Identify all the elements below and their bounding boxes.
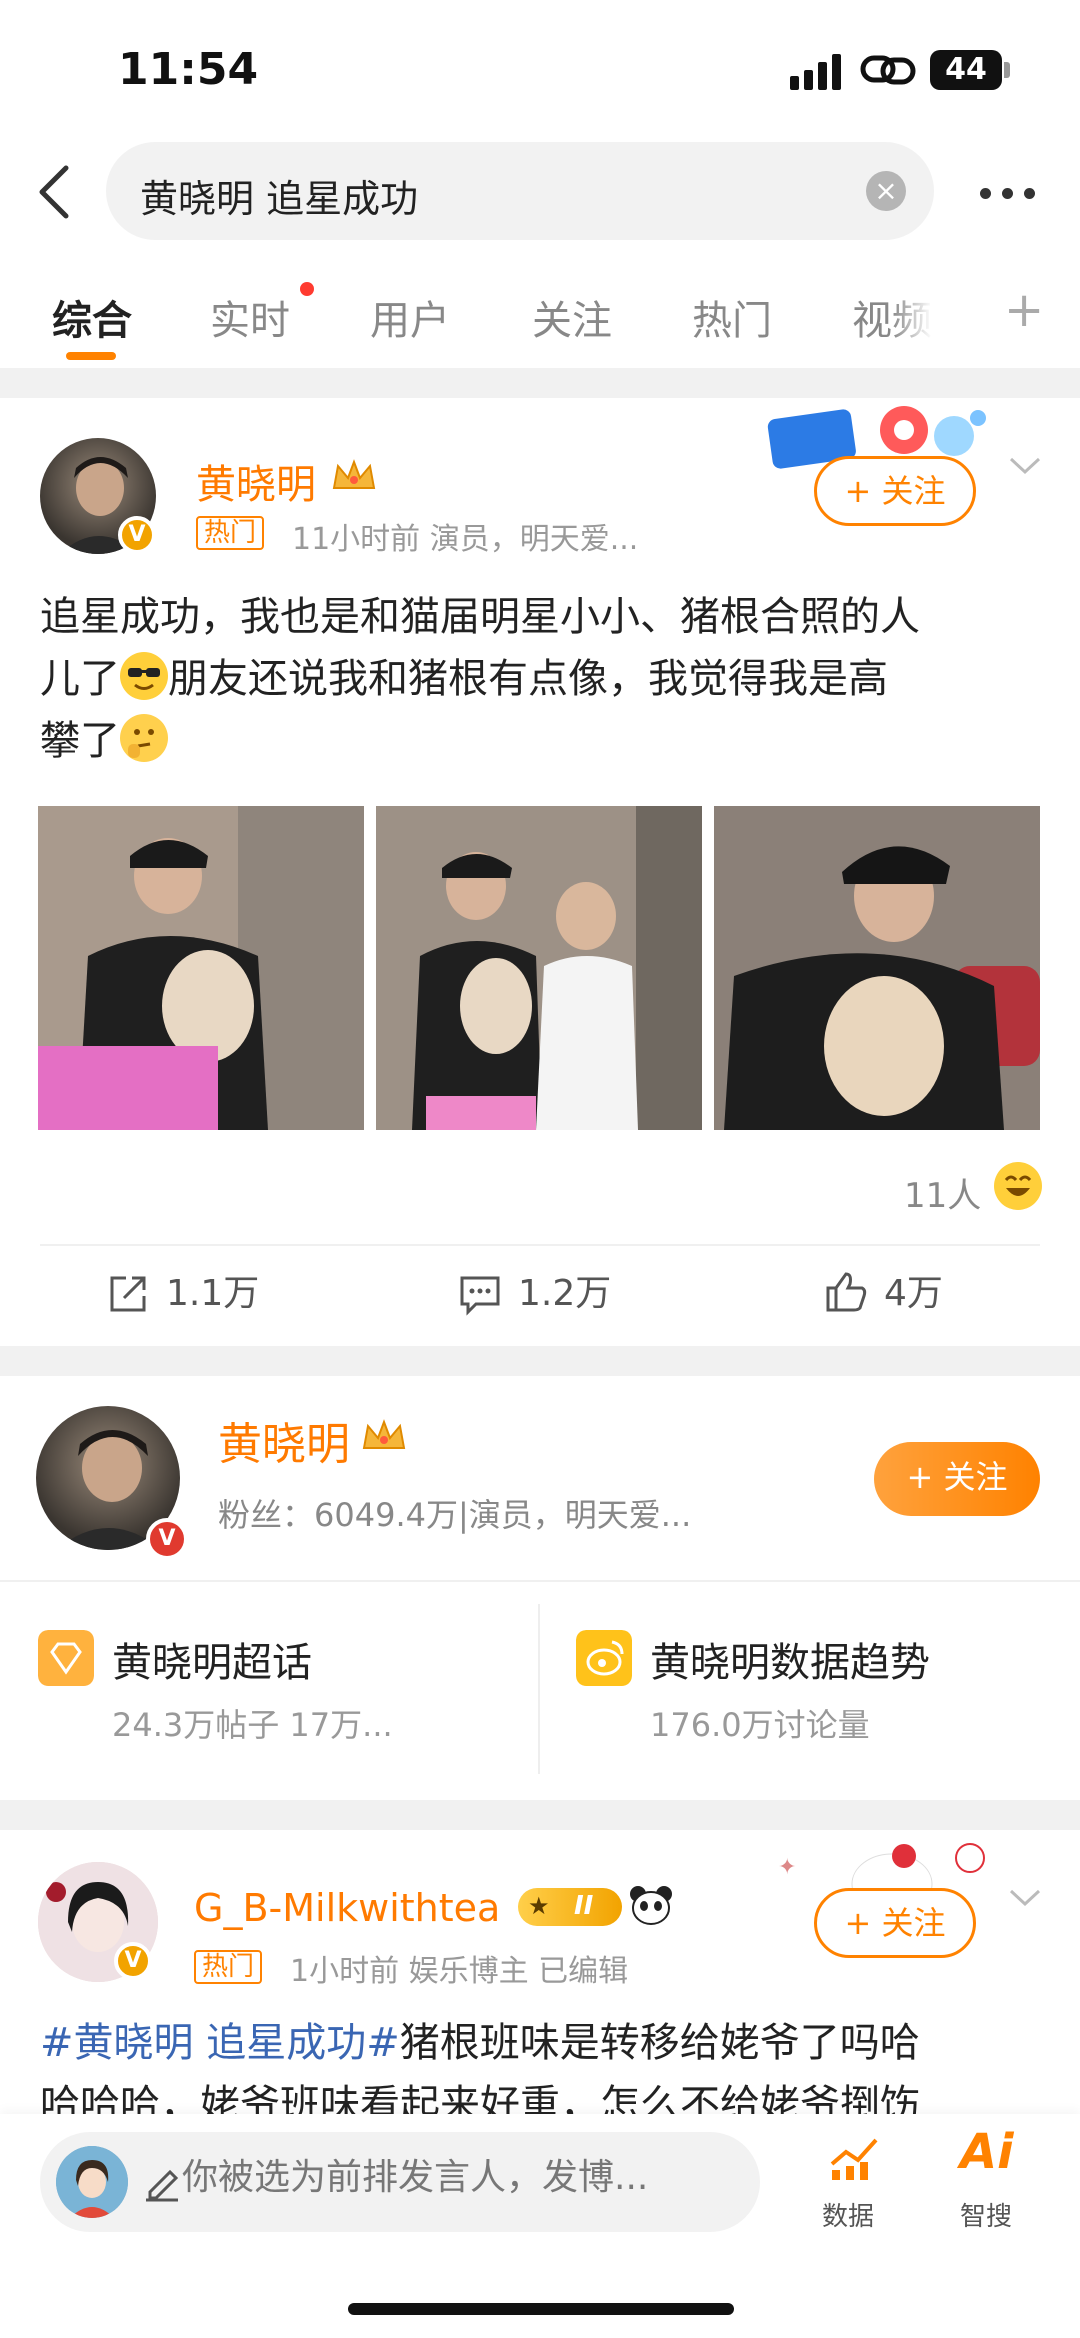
add-tab-icon[interactable]: + <box>1004 282 1044 338</box>
link-subtitle: 24.3万帖子 17万... <box>112 1706 393 1744</box>
tab-active-indicator <box>66 352 116 360</box>
link-subtitle: 176.0万讨论量 <box>650 1706 870 1744</box>
likers-count[interactable]: 11人 <box>904 1168 981 1217</box>
ai-search-label[interactable]: 智搜 <box>960 2196 1012 2233</box>
profile-name[interactable]: 黄晓明 <box>218 1408 350 1472</box>
thinking-emoji-icon <box>120 714 168 762</box>
chevron-down-icon[interactable] <box>1008 1888 1042 1908</box>
crown-icon <box>362 1419 406 1449</box>
section-divider <box>0 1800 1080 1830</box>
search-query: 黄晓明 追星成功 <box>140 177 419 221</box>
fans-count: 粉丝：6049.4万|演员，明天爱... <box>218 1496 692 1534</box>
link-icon <box>860 55 916 85</box>
level-badge: ★ II <box>518 1888 622 1926</box>
hot-tag: 热门 <box>196 516 265 550</box>
my-avatar-illustration <box>56 2146 128 2218</box>
post-text-part-c: 攀了 <box>40 718 120 764</box>
diamond-icon <box>38 1630 94 1686</box>
crown-icon <box>332 459 376 489</box>
star-icon: ★ <box>528 1892 550 1920</box>
search-row: 黄晓明 追星成功 × <box>0 140 1080 250</box>
section-divider <box>0 368 1080 398</box>
weibo-data-icon <box>576 1630 632 1686</box>
data-label[interactable]: 数据 <box>822 2196 874 2233</box>
verified-badge-icon: V <box>146 1518 188 1560</box>
hot-tag: 热门 <box>194 1950 263 1984</box>
chevron-down-icon[interactable] <box>1008 456 1042 476</box>
follow-button[interactable]: + 关注 <box>874 1442 1040 1516</box>
post-photo[interactable] <box>714 806 1040 1130</box>
divider <box>538 1604 540 1774</box>
chart-icon[interactable] <box>828 2134 880 2180</box>
tab-realtime[interactable]: 实时 <box>210 288 290 346</box>
verified-badge-icon: V <box>114 1942 152 1980</box>
signal-icon <box>790 52 846 90</box>
my-avatar <box>56 2146 128 2218</box>
tab-bar: 综合 实时 用户 关注 热门 视频 + <box>0 258 1080 368</box>
comment-placeholder[interactable]: 你被选为前排发言人，发博... <box>182 2148 648 2200</box>
photo-3-image <box>714 806 1040 1130</box>
like-count[interactable]: 4万 <box>884 1264 943 1316</box>
post-meta: 11小时前 演员，明天爱... <box>292 522 639 557</box>
clear-icon[interactable]: × <box>866 171 906 211</box>
battery-indicator: 44 <box>930 50 1002 90</box>
post-text-part-b: 朋友还说我和猪根有点像，我觉得我是高 <box>168 656 888 702</box>
svg-text:✦: ✦ <box>778 1855 796 1880</box>
post-text-rest: 猪根班味是转移给姥爷了吗哈 <box>399 2020 920 2066</box>
more-icon[interactable] <box>980 188 1040 200</box>
battery-tip <box>1004 62 1010 78</box>
photo-1-image <box>38 806 364 1130</box>
pencil-icon <box>146 2169 179 2202</box>
laughing-emoji-icon <box>994 1162 1042 1210</box>
cool-emoji-icon <box>120 652 168 700</box>
link-title: 黄晓明超话 <box>112 1640 312 1686</box>
tab-all[interactable]: 综合 <box>52 288 132 346</box>
divider <box>0 1580 1080 1582</box>
tab-users[interactable]: 用户 <box>370 288 450 346</box>
hashtag-link[interactable]: #黄晓明 追星成功# <box>40 2020 400 2066</box>
repost-count[interactable]: 1.1万 <box>166 1264 259 1316</box>
post-text-line-3: 攀了 <box>40 710 1040 772</box>
like-icon[interactable] <box>824 1270 868 1314</box>
post-photo[interactable] <box>376 806 702 1130</box>
post-text-line-1: #黄晓明 追星成功#猪根班味是转移给姥爷了吗哈 <box>40 2012 1040 2074</box>
divider <box>40 1244 1040 1246</box>
photo-2-image <box>376 806 702 1130</box>
status-time: 11:54 <box>118 44 259 95</box>
follow-button[interactable]: + 关注 <box>814 1888 976 1958</box>
home-indicator <box>348 2303 734 2315</box>
post-author-name[interactable]: 黄晓明 <box>196 452 316 510</box>
level-text: II <box>574 1891 594 1921</box>
panda-icon <box>630 1886 672 1925</box>
tab-hot[interactable]: 热门 <box>692 288 772 346</box>
comment-icon[interactable] <box>458 1272 502 1316</box>
link-title: 黄晓明数据趋势 <box>650 1640 930 1686</box>
ai-search-icon[interactable]: Ai <box>960 2124 1014 2180</box>
status-bar: 11:54 44 <box>0 0 1080 140</box>
section-divider <box>0 1346 1080 1376</box>
tab-video[interactable]: 视频 <box>852 288 932 346</box>
post-text-line-2: 儿了 朋友还说我和猪根有点像，我觉得我是高 <box>40 648 1040 710</box>
tab-following[interactable]: 关注 <box>532 288 612 346</box>
follow-button[interactable]: + 关注 <box>814 456 976 526</box>
search-input[interactable]: 黄晓明 追星成功 × <box>106 142 934 240</box>
post-photo[interactable] <box>38 806 364 1130</box>
post-meta: 1小时前 娱乐博主 已编辑 <box>290 1954 629 1989</box>
repost-icon[interactable] <box>106 1272 150 1316</box>
tab-realtime-dot <box>300 282 314 296</box>
verified-badge-icon: V <box>118 516 156 554</box>
comment-count[interactable]: 1.2万 <box>518 1264 611 1316</box>
post-text-line-1: 追星成功，我也是和猫届明星小小、猪根合照的人 <box>40 594 920 640</box>
post-author-name[interactable]: G_B-Milkwithtea <box>194 1886 500 1930</box>
post-text-part-a: 儿了 <box>40 656 120 702</box>
back-icon[interactable] <box>30 162 80 222</box>
